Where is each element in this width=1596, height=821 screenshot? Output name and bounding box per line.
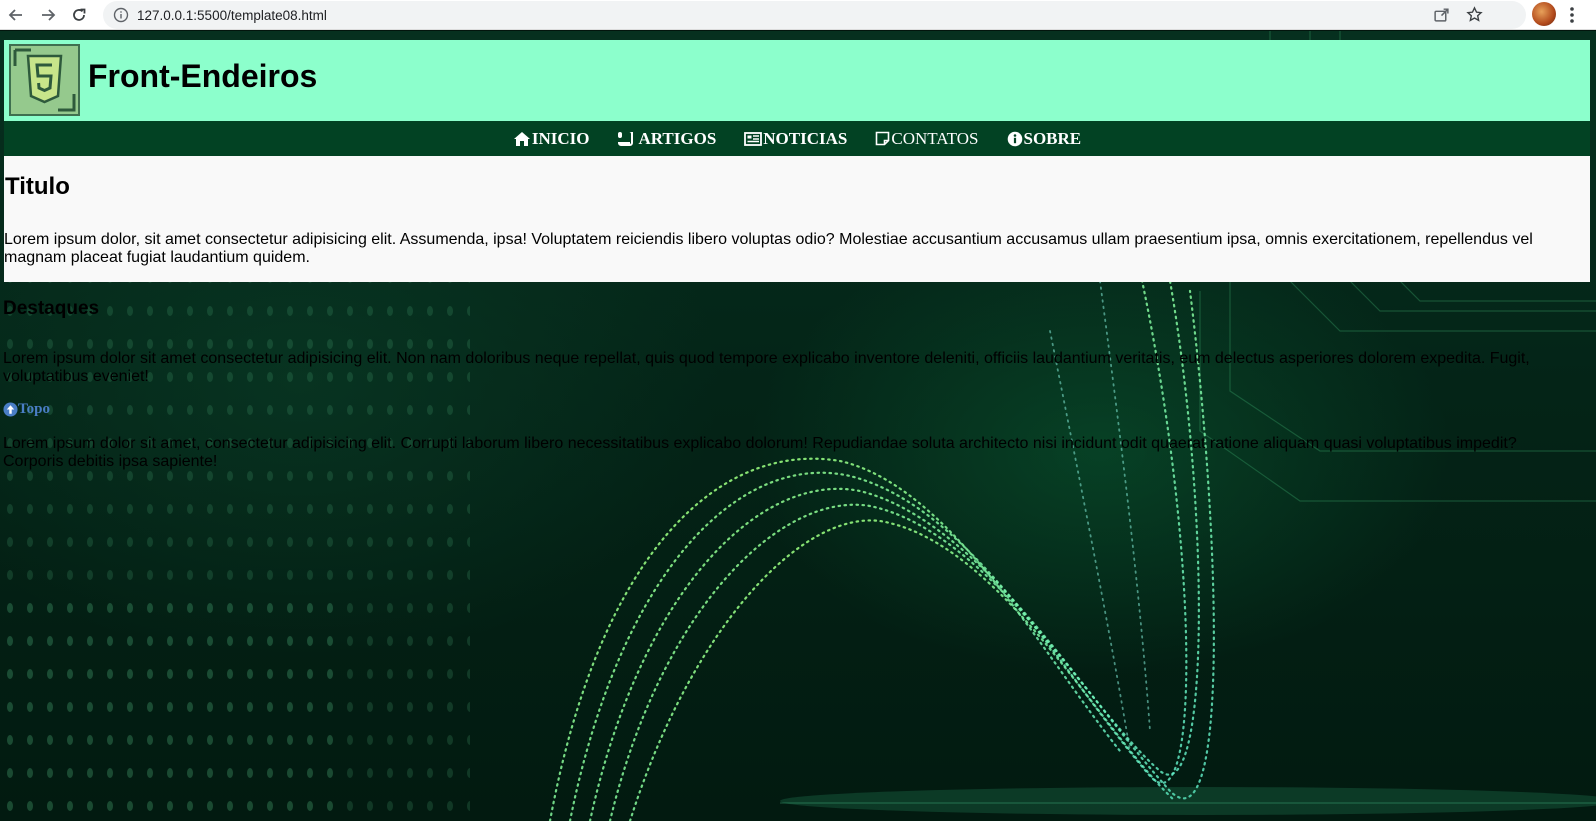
home-icon: [513, 131, 530, 146]
note-icon: [876, 131, 890, 146]
site-header: Front-Endeiros: [4, 40, 1590, 121]
main-nav: INICIO ARTIGOS NOTICIAS CONTATOS SOBRE: [4, 121, 1590, 156]
destaques-text-2: Lorem ipsum dolor sit amet, consectetur …: [3, 435, 1517, 470]
arrow-right-icon: [42, 9, 56, 21]
star-icon[interactable]: [1466, 6, 1483, 23]
html5-icon: [13, 48, 76, 112]
nav-label: ARTIGOS: [638, 128, 717, 148]
share-icon[interactable]: [1433, 6, 1450, 23]
nav-label: CONTATOS: [891, 128, 979, 148]
back-button[interactable]: [2, 1, 30, 29]
reload-button[interactable]: [65, 1, 93, 29]
scroll-icon: [618, 131, 634, 146]
nav-item-inicio[interactable]: INICIO: [513, 128, 590, 149]
browser-toolbar: 127.0.0.1:5500/template08.html: [0, 0, 1596, 30]
destaques-title: Destaques: [3, 298, 100, 319]
address-bar[interactable]: 127.0.0.1:5500/template08.html: [103, 1, 1526, 29]
arrow-left-icon: [8, 9, 22, 21]
profile-avatar[interactable]: [1532, 2, 1556, 26]
main-section: Titulo Lorem ipsum dolor, sit amet conse…: [4, 156, 1590, 282]
back-to-top-link[interactable]: Topo: [3, 401, 50, 418]
site-title: Front-Endeiros: [88, 58, 318, 94]
arrow-circle-up-icon: [3, 402, 18, 417]
destaques-text: Lorem ipsum dolor sit amet consectetur a…: [3, 350, 1530, 385]
section-title: Titulo: [5, 173, 70, 200]
nav-item-artigos[interactable]: ARTIGOS: [617, 129, 716, 149]
newspaper-icon: [744, 131, 763, 146]
info-icon[interactable]: [113, 7, 129, 23]
nav-item-sobre[interactable]: SOBRE: [1007, 128, 1082, 149]
back-to-top-label: Topo: [18, 401, 50, 417]
nav-label: INICIO: [531, 128, 590, 148]
reload-icon: [73, 8, 86, 21]
nav-label: SOBRE: [1023, 128, 1082, 148]
url-text: 127.0.0.1:5500/template08.html: [137, 7, 327, 23]
section-text: Lorem ipsum dolor, sit amet consectetur …: [4, 231, 1533, 266]
kebab-menu-icon[interactable]: [1569, 6, 1575, 24]
html5-logo: [9, 44, 80, 116]
info-circle-icon: [1007, 131, 1022, 146]
page-content: Front-Endeiros INICIO ARTIGOS NOTICIAS C…: [0, 31, 1596, 821]
nav-item-noticias[interactable]: NOTICIAS: [744, 129, 847, 149]
forward-button[interactable]: [34, 1, 62, 29]
nav-label: NOTICIAS: [763, 128, 848, 148]
nav-item-contatos[interactable]: CONTATOS: [875, 128, 979, 149]
